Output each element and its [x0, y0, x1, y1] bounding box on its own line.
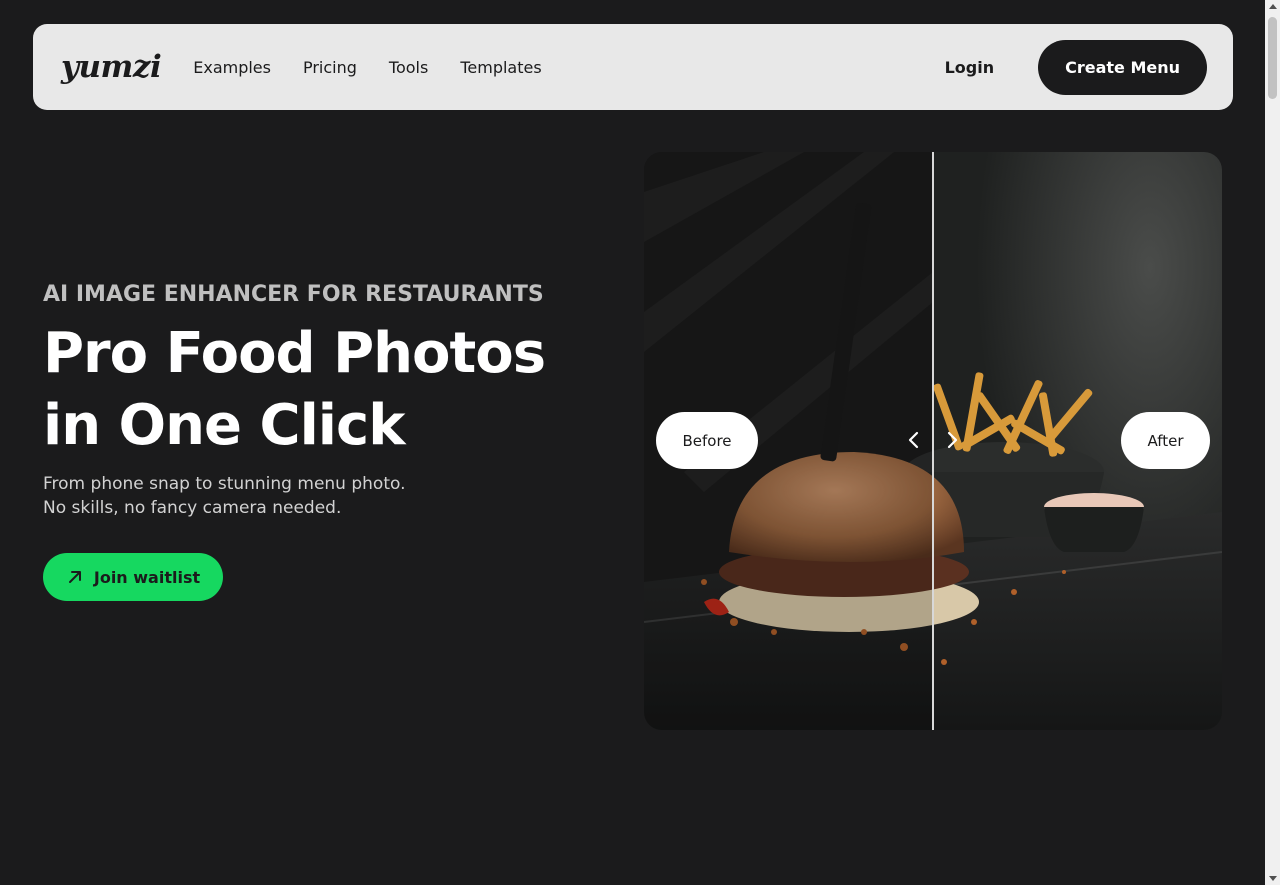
before-label: Before	[656, 412, 758, 469]
scrollbar-thumb[interactable]	[1268, 17, 1277, 99]
before-after-comparison[interactable]: Before After	[644, 152, 1222, 730]
comparison-divider-handle[interactable]	[932, 152, 934, 730]
arrow-up-right-icon	[68, 571, 81, 583]
nav-link-examples[interactable]: Examples	[193, 58, 271, 77]
top-navbar: yumzi Examples Pricing Tools Templates L…	[33, 24, 1233, 110]
subtitle-line-2: No skills, no fancy camera needed.	[43, 498, 342, 518]
nav-link-pricing[interactable]: Pricing	[303, 58, 357, 77]
chevron-left-icon[interactable]	[905, 429, 923, 451]
yumzi-logo[interactable]: yumzi	[61, 49, 162, 85]
create-menu-button[interactable]: Create Menu	[1038, 39, 1207, 95]
nav-link-tools[interactable]: Tools	[389, 58, 428, 77]
join-waitlist-label: Join waitlist	[93, 567, 201, 587]
login-link[interactable]: Login	[945, 58, 995, 77]
chevron-right-icon[interactable]	[943, 429, 961, 451]
headline-line-2: in One Click	[43, 393, 405, 458]
scroll-up-icon[interactable]	[1269, 4, 1277, 9]
hero-headline: Pro Food Photos in One Click	[43, 318, 546, 462]
headline-line-1: Pro Food Photos	[43, 321, 546, 386]
nav-link-templates[interactable]: Templates	[460, 58, 541, 77]
nav-links: Examples Pricing Tools Templates	[193, 58, 541, 77]
subtitle-line-1: From phone snap to stunning menu photo.	[43, 474, 406, 494]
scroll-down-icon[interactable]	[1269, 876, 1277, 881]
hero-subtitle: From phone snap to stunning menu photo. …	[43, 472, 406, 520]
page-scrollbar[interactable]	[1265, 0, 1280, 885]
after-label: After	[1121, 412, 1210, 469]
join-waitlist-button[interactable]: Join waitlist	[43, 553, 223, 601]
hero-eyebrow: AI IMAGE ENHANCER FOR RESTAURANTS	[43, 282, 544, 307]
